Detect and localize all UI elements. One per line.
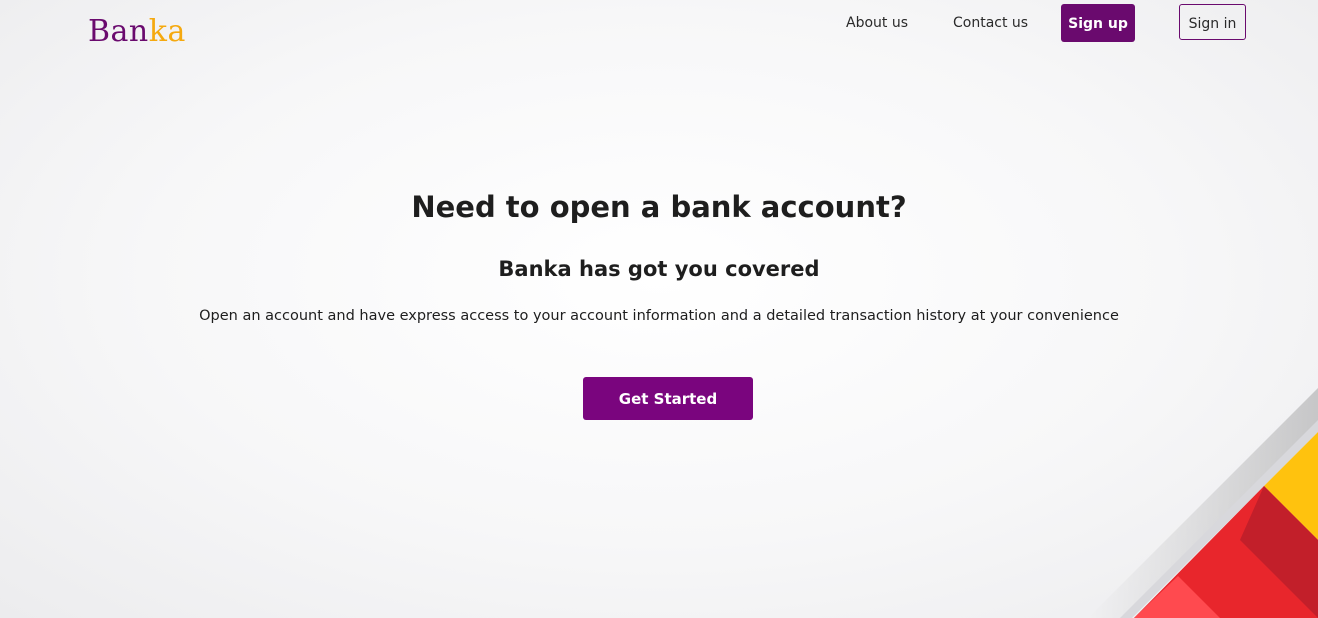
nav-about-link[interactable]: About us bbox=[846, 14, 908, 32]
corner-stripe-red bbox=[1134, 486, 1318, 618]
signup-button[interactable]: Sign up bbox=[1061, 4, 1135, 42]
corner-stripe-lightred bbox=[1134, 576, 1220, 618]
get-started-button[interactable]: Get Started bbox=[583, 377, 753, 420]
brand-logo[interactable]: Banka bbox=[88, 12, 186, 52]
signin-button[interactable]: Sign in bbox=[1179, 4, 1246, 40]
hero-description: Open an account and have express access … bbox=[199, 308, 1119, 324]
corner-stripe-darkred bbox=[1240, 486, 1318, 618]
logo-text-part2: ka bbox=[148, 14, 186, 49]
corner-stripe-yellow bbox=[1264, 432, 1318, 540]
corner-grey-edge bbox=[1120, 420, 1318, 618]
corner-shadow bbox=[1088, 388, 1318, 618]
nav-contact-link[interactable]: Contact us bbox=[953, 14, 1028, 32]
logo-text-part1: Ban bbox=[88, 14, 149, 49]
hero-title: Need to open a bank account? bbox=[411, 190, 907, 224]
hero-subtitle: Banka has got you covered bbox=[498, 257, 820, 281]
